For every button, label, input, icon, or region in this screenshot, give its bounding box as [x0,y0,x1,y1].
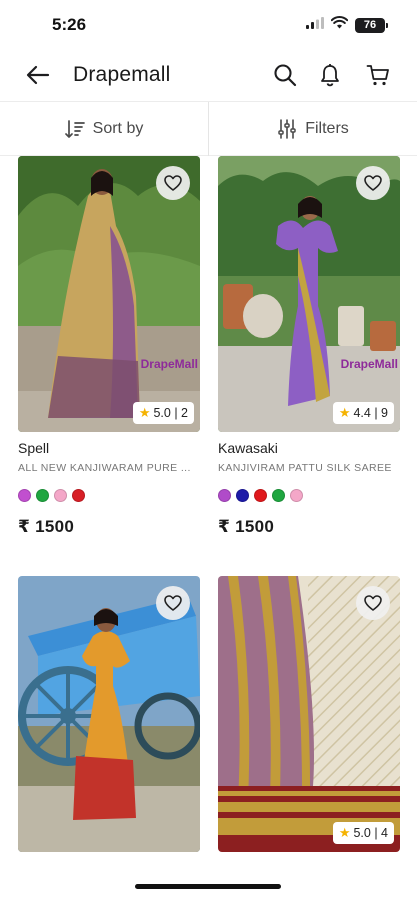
color-swatch[interactable] [18,489,31,502]
sort-filter-bar: Sort by Filters [0,102,417,156]
page-title: Drapemall [73,63,171,86]
wishlist-button[interactable] [356,586,390,620]
color-swatch[interactable] [72,489,85,502]
product-image[interactable]: DrapeMall ★ 5.0 | 2 [18,156,200,432]
color-swatch[interactable] [272,489,285,502]
app-bar: Drapemall [0,48,417,102]
product-image[interactable]: DrapeMall ★ 4.4 | 9 [218,156,400,432]
star-icon: ★ [338,405,351,420]
rating-text: 5.0 | 4 [353,826,388,840]
product-image[interactable]: ★ 5.0 | 4 [218,576,400,852]
wishlist-button[interactable] [156,166,190,200]
rating-badge: ★ 5.0 | 4 [332,822,394,844]
filters-button[interactable]: Filters [209,102,417,155]
star-icon: ★ [338,825,351,840]
wishlist-button[interactable] [356,166,390,200]
color-swatch[interactable] [54,489,67,502]
drapemall-watermark: DrapeMall [141,357,198,371]
sort-by-button[interactable]: Sort by [0,102,208,155]
sort-icon [64,119,85,138]
wifi-icon [330,16,349,34]
bottom-fade [0,858,417,900]
back-arrow-icon [26,65,50,85]
color-swatch[interactable] [236,489,249,502]
signal-icon [306,16,324,34]
wishlist-button[interactable] [156,586,190,620]
heart-icon [364,175,382,191]
product-brand: Spell [18,440,50,456]
battery-icon: 76 [355,17,388,33]
notifications-button[interactable] [316,61,344,89]
drapemall-watermark: DrapeMall [341,357,398,371]
cart-button[interactable] [364,61,392,89]
product-brand: Kawasaki [218,440,278,456]
status-time: 5:26 [52,15,87,34]
product-description: KANJIVIRAM PATTU SILK SAREE [218,462,392,474]
color-swatch[interactable] [290,489,303,502]
rating-text: 5.0 | 2 [153,406,188,420]
heart-icon [364,595,382,611]
heart-icon [164,175,182,191]
rating-badge: ★ 5.0 | 2 [132,402,194,424]
product-image[interactable] [18,576,200,852]
color-swatches [218,489,303,502]
bell-icon [321,64,339,87]
color-swatch[interactable] [36,489,49,502]
battery-level: 76 [363,19,377,31]
filter-sliders-icon [278,118,296,139]
color-swatch[interactable] [254,489,267,502]
rating-text: 4.4 | 9 [353,406,388,420]
status-bar: 5:26 76 [0,0,417,48]
search-button[interactable] [271,61,299,89]
search-icon [274,64,297,87]
star-icon: ★ [138,405,151,420]
product-price: ₹ 1500 [218,517,275,536]
home-indicator[interactable] [135,884,281,889]
rating-badge: ★ 4.4 | 9 [332,402,394,424]
product-price: ₹ 1500 [18,517,75,536]
filters-label: Filters [305,119,349,137]
color-swatch[interactable] [218,489,231,502]
color-swatches [18,489,85,502]
product-description: ALL NEW KANJIWARAM PURE ... [18,462,191,474]
sort-by-label: Sort by [92,119,144,137]
back-button[interactable] [24,62,52,88]
cart-icon [366,65,389,86]
heart-icon [164,595,182,611]
status-icons: 76 [306,16,388,34]
